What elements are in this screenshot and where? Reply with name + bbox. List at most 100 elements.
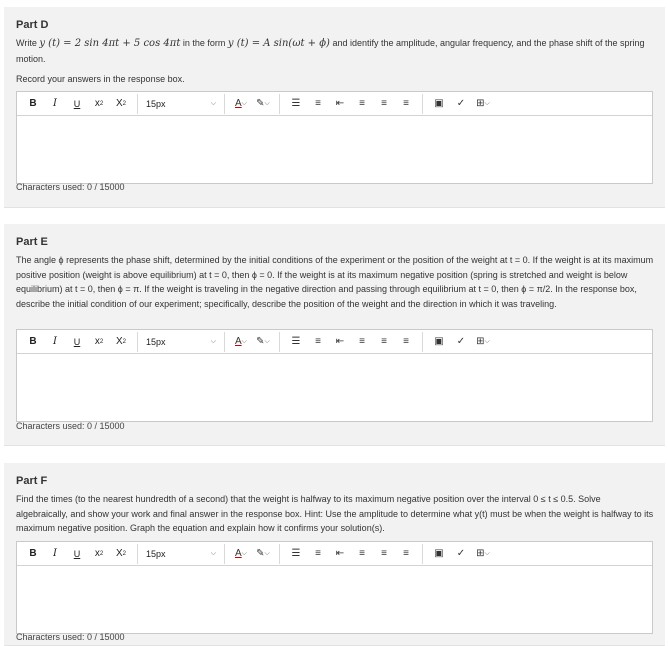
editor-toolbar: B I U x2 X2 15px ⌵ A ⌵ ✎ ⌵ ☰ ≡ ⇤ ≡ ≡ ≡ ▣ ✓ …: [17, 330, 652, 354]
bullet-list-icon[interactable]: ☰: [286, 544, 306, 564]
part-prompt: Write y (t) = 2 sin 4πt + 5 cos 4πt in t…: [16, 36, 654, 66]
italic-button[interactable]: I: [45, 544, 65, 564]
part-title: Part F: [16, 475, 48, 487]
spellcheck-icon[interactable]: ✓: [451, 544, 471, 564]
align-left-icon[interactable]: ≡: [352, 332, 372, 352]
char-count: Characters used: 0 / 15000: [16, 632, 125, 642]
divider: [137, 543, 138, 564]
chevron-down-icon: ⌵: [210, 337, 216, 345]
text-color-icon[interactable]: A ⌵: [231, 544, 251, 564]
superscript-button[interactable]: x2: [89, 94, 109, 114]
bullet-list-icon[interactable]: ☰: [286, 94, 306, 114]
divider: [422, 331, 423, 352]
part-f-panel: Part F Find the times (to the nearest hu…: [4, 463, 665, 646]
numbered-list-icon[interactable]: ≡: [308, 332, 328, 352]
bold-button[interactable]: B: [23, 544, 43, 564]
underline-button[interactable]: U: [67, 94, 87, 114]
prompt-text: in the form: [180, 38, 228, 48]
divider: [224, 331, 225, 352]
outdent-icon[interactable]: ⇤: [330, 332, 350, 352]
table-icon[interactable]: ⊞ ⌵: [473, 544, 493, 564]
part-title: Part D: [16, 19, 49, 31]
underline-button[interactable]: U: [67, 332, 87, 352]
editor-toolbar: B I U x2 X2 15px ⌵ A ⌵ ✎ ⌵ ☰ ≡ ⇤ ≡ ≡ ≡ ▣ ✓ …: [17, 92, 652, 116]
outdent-icon[interactable]: ⇤: [330, 544, 350, 564]
bold-button[interactable]: B: [23, 332, 43, 352]
font-size-value: 15px: [146, 98, 166, 109]
superscript-button[interactable]: x2: [89, 332, 109, 352]
divider: [422, 543, 423, 564]
spellcheck-icon[interactable]: ✓: [451, 332, 471, 352]
part-prompt: Find the times (to the nearest hundredth…: [16, 494, 654, 533]
subscript-base: X: [115, 548, 123, 559]
subscript-mark: 2: [122, 338, 126, 345]
text-color-icon[interactable]: A ⌵: [231, 332, 251, 352]
image-icon[interactable]: ▣: [429, 94, 449, 114]
underline-button[interactable]: U: [67, 544, 87, 564]
instruction: Record your answers in the response box.: [16, 74, 185, 84]
numbered-list-icon[interactable]: ≡: [308, 544, 328, 564]
divider: [279, 331, 280, 352]
image-icon[interactable]: ▣: [429, 544, 449, 564]
font-size-select[interactable]: 15px ⌵: [144, 332, 218, 352]
divider: [279, 543, 280, 564]
align-right-icon[interactable]: ≡: [396, 544, 416, 564]
bullet-list-icon[interactable]: ☰: [286, 332, 306, 352]
table-icon[interactable]: ⊞ ⌵: [473, 332, 493, 352]
align-left-icon[interactable]: ≡: [352, 94, 372, 114]
part-title: Part E: [16, 236, 48, 248]
subscript-mark: 2: [122, 550, 126, 557]
part-prompt: The angle ϕ represents the phase shift, …: [16, 255, 654, 309]
numbered-list-icon[interactable]: ≡: [308, 94, 328, 114]
italic-button[interactable]: I: [45, 332, 65, 352]
editor-toolbar: B I U x2 X2 15px ⌵ A ⌵ ✎ ⌵ ☰ ≡ ⇤ ≡ ≡ ≡ ▣ ✓ …: [17, 542, 652, 566]
subscript-base: X: [115, 336, 123, 347]
bold-button[interactable]: B: [23, 94, 43, 114]
superscript-mark: 2: [99, 338, 104, 345]
image-icon[interactable]: ▣: [429, 332, 449, 352]
font-size-select[interactable]: 15px ⌵: [144, 94, 218, 114]
chevron-down-icon: ⌵: [210, 99, 216, 107]
answer-input[interactable]: [17, 116, 652, 178]
prompt-form: y (t) = A sin(ωt + ϕ): [227, 38, 330, 49]
italic-button[interactable]: I: [45, 94, 65, 114]
highlight-icon[interactable]: ✎ ⌵: [253, 94, 273, 114]
align-right-icon[interactable]: ≡: [396, 332, 416, 352]
align-right-icon[interactable]: ≡: [396, 94, 416, 114]
divider: [137, 93, 138, 114]
font-size-select[interactable]: 15px ⌵: [144, 544, 218, 564]
align-center-icon[interactable]: ≡: [374, 332, 394, 352]
superscript-button[interactable]: x2: [89, 544, 109, 564]
answer-input[interactable]: [17, 354, 652, 416]
prompt-text: Write: [16, 38, 40, 48]
align-center-icon[interactable]: ≡: [374, 94, 394, 114]
subscript-button[interactable]: X2: [111, 332, 131, 352]
subscript-mark: 2: [122, 100, 126, 107]
response-editor: B I U x2 X2 15px ⌵ A ⌵ ✎ ⌵ ☰ ≡ ⇤ ≡ ≡ ≡ ▣ ✓ …: [16, 329, 653, 422]
divider: [224, 93, 225, 114]
align-center-icon[interactable]: ≡: [374, 544, 394, 564]
response-editor: B I U x2 X2 15px ⌵ A ⌵ ✎ ⌵ ☰ ≡ ⇤ ≡ ≡ ≡ ▣ ✓ …: [16, 91, 653, 184]
prompt-expression: y (t) = 2 sin 4πt + 5 cos 4πt: [39, 38, 181, 49]
divider: [137, 331, 138, 352]
divider: [422, 93, 423, 114]
divider: [224, 543, 225, 564]
divider: [279, 93, 280, 114]
outdent-icon[interactable]: ⇤: [330, 94, 350, 114]
subscript-button[interactable]: X2: [111, 544, 131, 564]
answer-input[interactable]: [17, 566, 652, 628]
chevron-down-icon: ⌵: [210, 549, 216, 557]
spellcheck-icon[interactable]: ✓: [451, 94, 471, 114]
char-count: Characters used: 0 / 15000: [16, 182, 125, 192]
superscript-mark: 2: [99, 100, 104, 107]
table-icon[interactable]: ⊞ ⌵: [473, 94, 493, 114]
align-left-icon[interactable]: ≡: [352, 544, 372, 564]
font-size-value: 15px: [146, 336, 166, 347]
highlight-icon[interactable]: ✎ ⌵: [253, 544, 273, 564]
subscript-button[interactable]: X2: [111, 94, 131, 114]
superscript-mark: 2: [99, 550, 104, 557]
font-size-value: 15px: [146, 548, 166, 559]
text-color-icon[interactable]: A ⌵: [231, 94, 251, 114]
part-e-panel: Part E The angle ϕ represents the phase …: [4, 224, 665, 446]
highlight-icon[interactable]: ✎ ⌵: [253, 332, 273, 352]
